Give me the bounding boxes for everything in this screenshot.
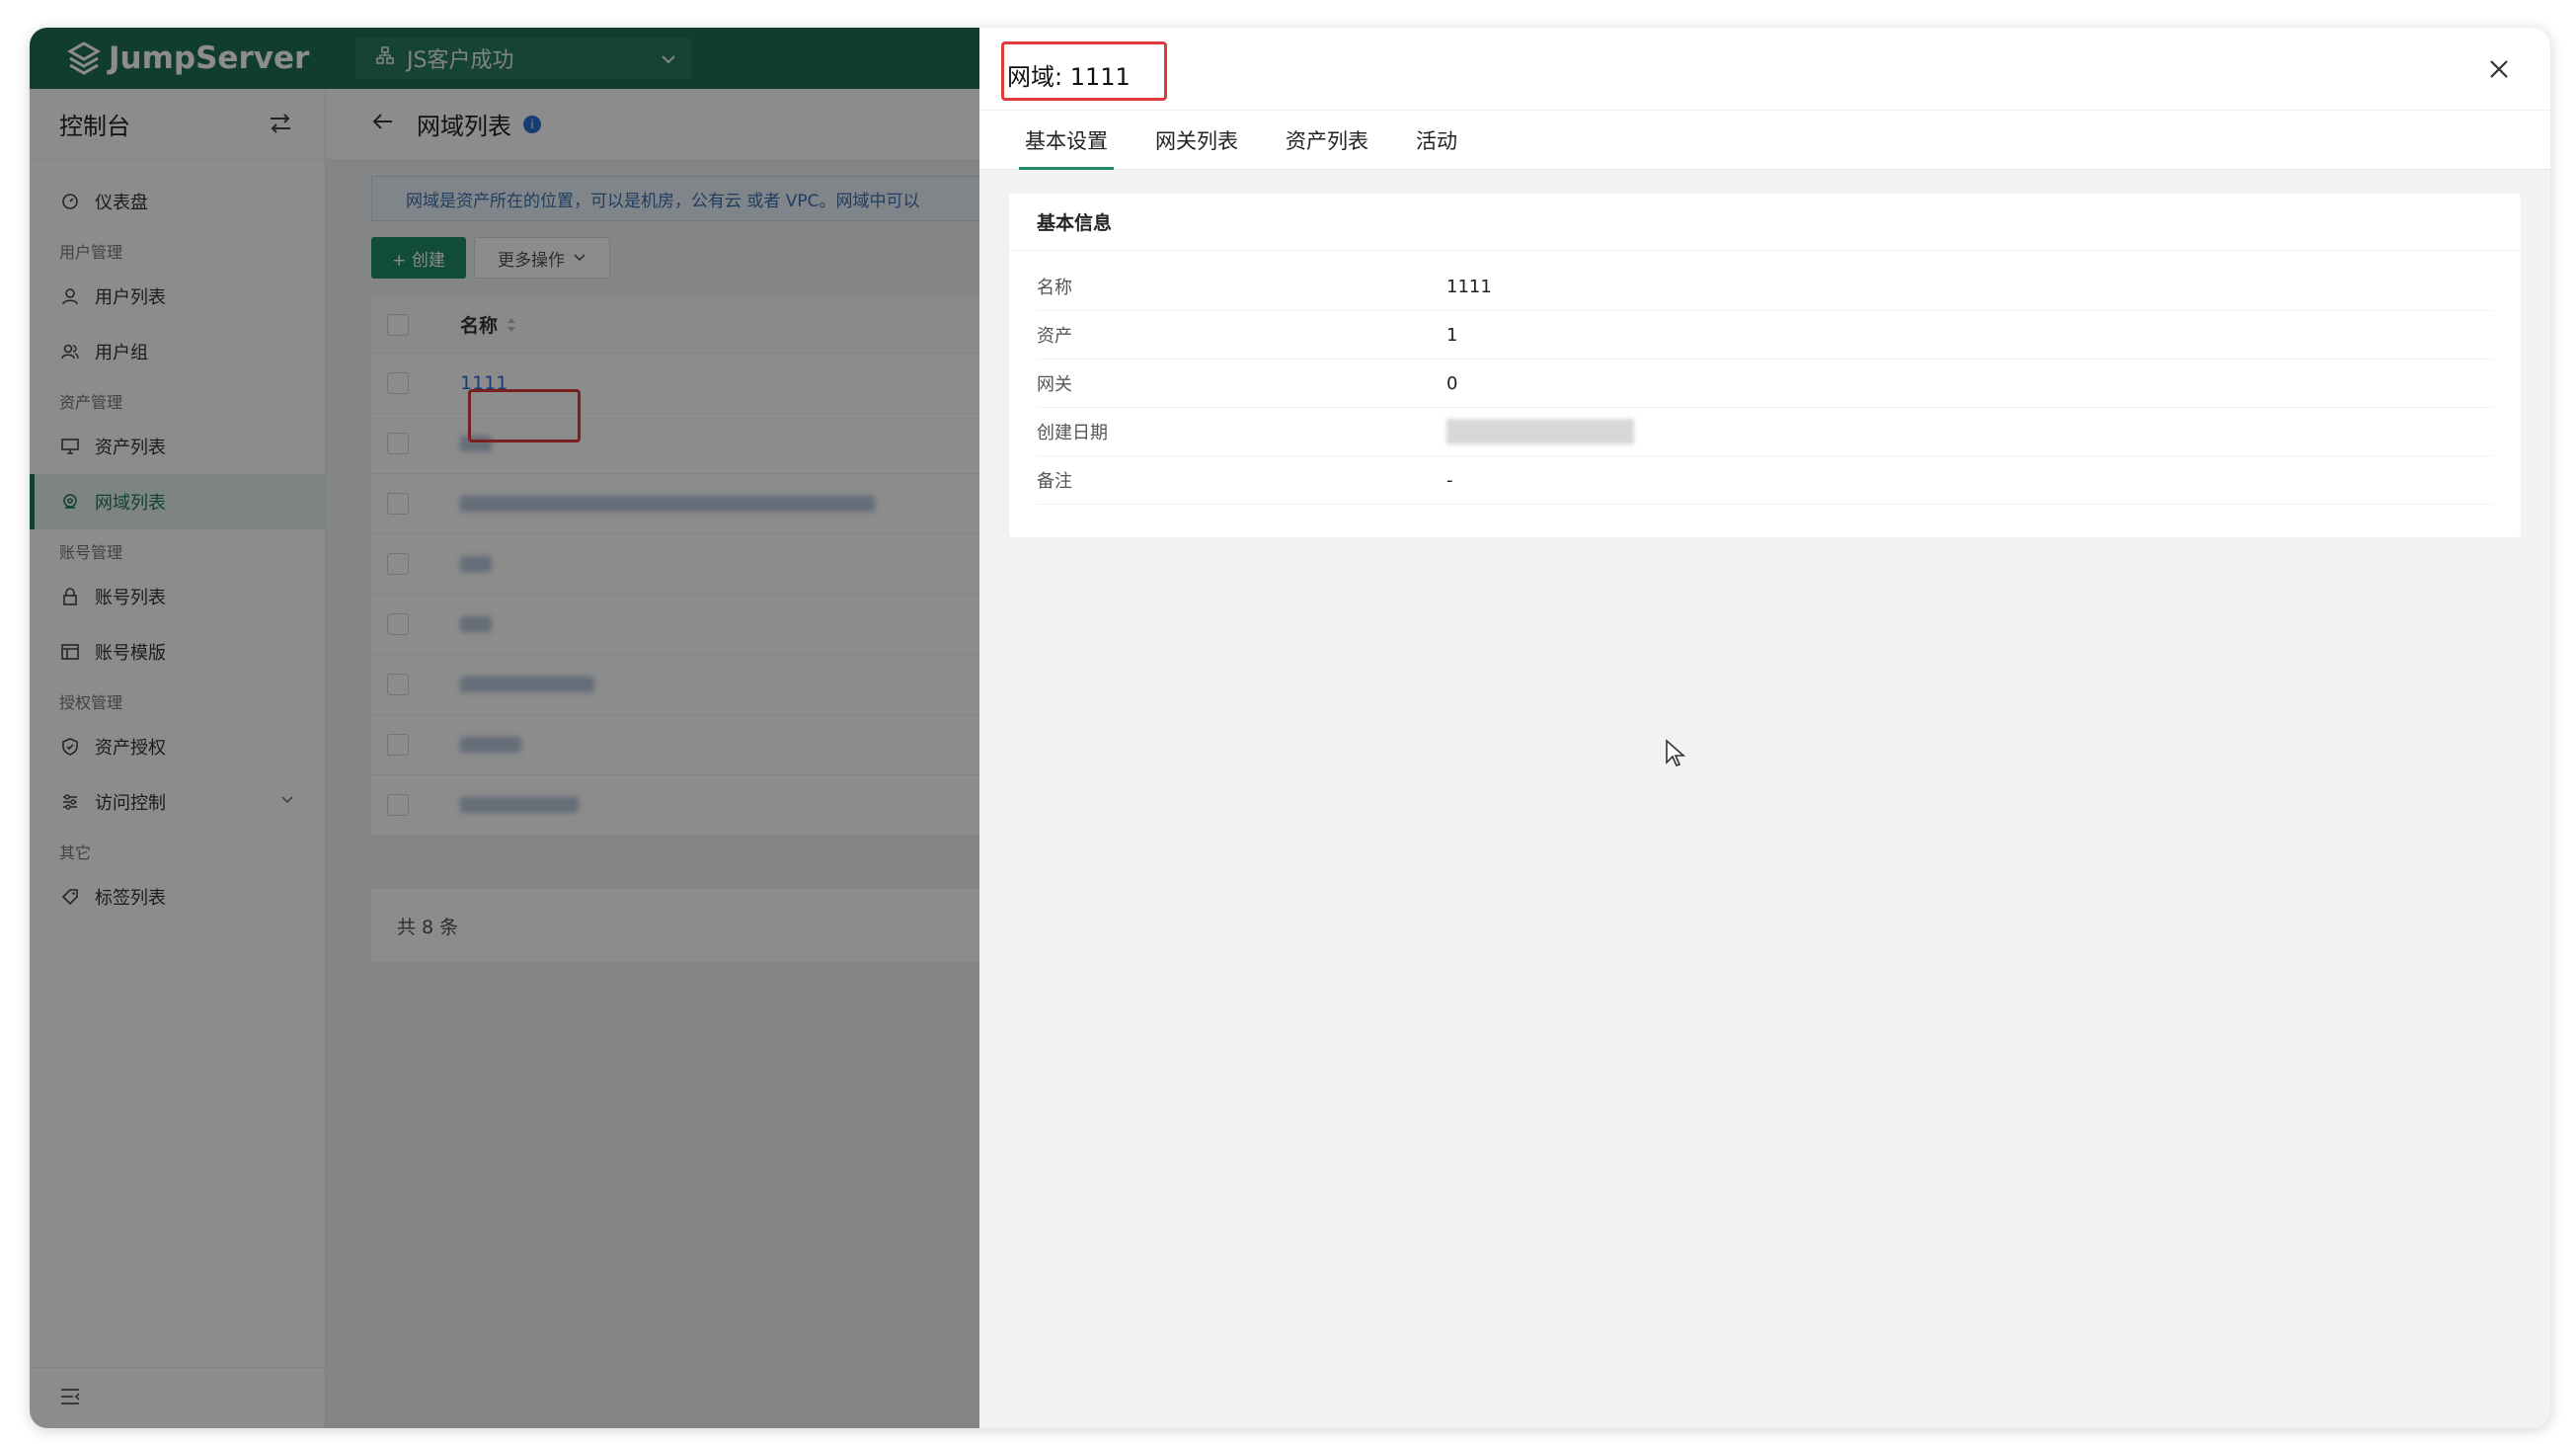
detail-value: - [1446,469,1453,491]
app-window: JumpServer JS客户成功 控制台 仪表盘 用户管理 用户列表 用户组 … [30,28,2550,1428]
close-icon[interactable] [2487,57,2511,85]
detail-row-comment: 备注 - [1037,456,2493,505]
detail-row-assets: 资产 1 [1037,311,2493,360]
detail-value: 0 [1446,372,1458,394]
drawer-header: 网域: 1111 [979,28,2550,111]
basic-info-card: 基本信息 名称 1111 资产 1 网关 0 创建日期 备注 - [1009,194,2521,537]
detail-label: 创建日期 [1037,423,1108,443]
detail-drawer: 网域: 1111 基本设置 网关列表 资产列表 活动 基本信息 名称 1111 … [979,28,2550,1428]
mouse-cursor-icon [1665,739,1686,772]
modal-overlay[interactable] [30,28,979,1428]
detail-row-name: 名称 1111 [1037,263,2493,311]
tab-asset-list[interactable]: 资产列表 [1286,111,1368,170]
highlight-box-title [1001,41,1167,101]
detail-row-gateways: 网关 0 [1037,360,2493,408]
detail-label: 备注 [1037,471,1072,492]
tab-basic-settings[interactable]: 基本设置 [1019,111,1114,170]
detail-label: 资产 [1037,326,1072,347]
redacted-date [1446,419,1634,444]
card-title: 基本信息 [1009,194,2521,251]
detail-row-created-date: 创建日期 [1037,408,2493,456]
detail-label: 名称 [1037,278,1072,298]
tab-activity[interactable]: 活动 [1416,111,1457,170]
drawer-tabs: 基本设置 网关列表 资产列表 活动 [979,111,2550,170]
detail-value: 1 [1446,324,1458,346]
detail-value: 1111 [1446,276,1492,297]
detail-label: 网关 [1037,374,1072,395]
tab-gateway-list[interactable]: 网关列表 [1155,111,1238,170]
